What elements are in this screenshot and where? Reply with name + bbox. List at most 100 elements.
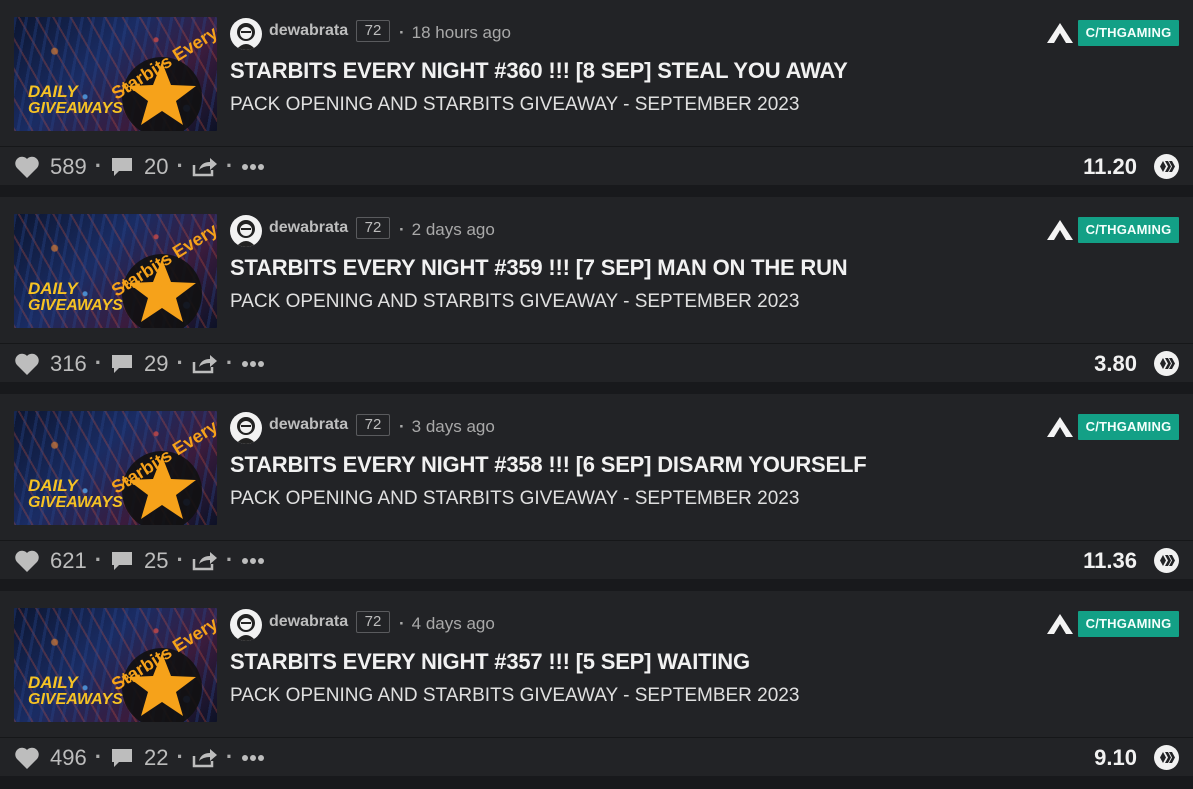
hive-icon: [1154, 745, 1179, 770]
separator: ·: [176, 350, 184, 375]
more-icon[interactable]: [241, 754, 265, 762]
more-icon[interactable]: [241, 360, 265, 368]
thumb-line2: Rising Star: [122, 477, 175, 488]
comment-icon[interactable]: [110, 550, 134, 572]
comment-icon[interactable]: [110, 353, 134, 375]
post-feed: Starbits Every Night Rising Star DAILY G…: [0, 0, 1193, 776]
thumb-line3: DAILY: [28, 476, 79, 495]
post-card: Starbits Every Night Rising Star DAILY G…: [0, 394, 1193, 579]
reputation-badge: 72: [356, 20, 390, 42]
vote-count[interactable]: 316: [50, 351, 87, 377]
post-stats: 589 · 20 · ·: [14, 153, 265, 180]
comment-count[interactable]: 20: [144, 154, 168, 180]
share-icon[interactable]: [192, 550, 218, 572]
author-name[interactable]: dewabrata: [269, 613, 348, 631]
thumb-line4: GIVEAWAYS: [28, 691, 123, 708]
thumbnail-art: Starbits Every Night Rising Star DAILY G…: [28, 608, 217, 722]
post-header: Starbits Every Night Rising Star DAILY G…: [0, 591, 1193, 738]
share-icon[interactable]: [192, 747, 218, 769]
post-card: Starbits Every Night Rising Star DAILY G…: [0, 591, 1193, 776]
community-logo-icon[interactable]: [1046, 613, 1074, 635]
separator: ·: [94, 153, 103, 178]
post-footer: 496 · 22 · · 9.10: [0, 738, 1193, 776]
separator: ·: [225, 350, 234, 375]
post-time[interactable]: · 2 days ago: [399, 220, 495, 240]
author-name[interactable]: dewabrata: [269, 22, 348, 40]
comment-icon[interactable]: [110, 747, 134, 769]
heart-icon[interactable]: [14, 155, 40, 179]
separator: ·: [225, 547, 234, 572]
author-name[interactable]: dewabrata: [269, 416, 348, 434]
post-time-text: 3 days ago: [411, 417, 495, 436]
separator: ·: [225, 744, 234, 769]
community-logo-icon[interactable]: [1046, 219, 1074, 241]
community-logo-icon[interactable]: [1046, 416, 1074, 438]
thumb-line2: Rising Star: [122, 674, 175, 685]
comment-count[interactable]: 29: [144, 351, 168, 377]
post-footer: 589 · 20 · · 11.20: [0, 147, 1193, 185]
separator: ·: [225, 153, 234, 178]
post-time[interactable]: · 18 hours ago: [399, 23, 511, 43]
post-time[interactable]: · 3 days ago: [399, 417, 495, 437]
vote-count[interactable]: 496: [50, 745, 87, 771]
thumbnail-art: Starbits Every Night Rising Star DAILY G…: [28, 214, 217, 328]
vote-count[interactable]: 589: [50, 154, 87, 180]
author-avatar[interactable]: [230, 609, 262, 641]
thumb-line3: DAILY: [28, 82, 79, 101]
post-title[interactable]: STARBITS EVERY NIGHT #359 !!! [7 SEP] MA…: [230, 255, 848, 281]
community-tag[interactable]: C/THGAMING: [1078, 217, 1179, 243]
payout-amount[interactable]: 11.36: [1083, 548, 1137, 574]
separator: ·: [94, 350, 103, 375]
community-tag[interactable]: C/THGAMING: [1078, 611, 1179, 637]
thumb-line3: DAILY: [28, 279, 79, 298]
share-icon[interactable]: [192, 353, 218, 375]
author-avatar[interactable]: [230, 18, 262, 50]
post-thumbnail[interactable]: Starbits Every Night Rising Star DAILY G…: [14, 214, 217, 328]
heart-icon[interactable]: [14, 549, 40, 573]
post-time[interactable]: · 4 days ago: [399, 614, 495, 634]
comment-icon[interactable]: [110, 156, 134, 178]
vote-count[interactable]: 621: [50, 548, 87, 574]
community-logo-icon[interactable]: [1046, 22, 1074, 44]
post-title[interactable]: STARBITS EVERY NIGHT #358 !!! [6 SEP] DI…: [230, 452, 867, 478]
separator: ·: [176, 153, 184, 178]
comment-count[interactable]: 22: [144, 745, 168, 771]
post-thumbnail[interactable]: Starbits Every Night Rising Star DAILY G…: [14, 17, 217, 131]
separator: ·: [176, 744, 184, 769]
more-icon[interactable]: [241, 163, 265, 171]
payout-amount[interactable]: 9.10: [1094, 745, 1137, 771]
author-name[interactable]: dewabrata: [269, 219, 348, 237]
post-subtitle[interactable]: PACK OPENING AND STARBITS GIVEAWAY - SEP…: [230, 94, 799, 116]
post-footer: 316 · 29 · · 3.80: [0, 344, 1193, 382]
more-icon[interactable]: [241, 557, 265, 565]
post-thumbnail[interactable]: Starbits Every Night Rising Star DAILY G…: [14, 608, 217, 722]
payout-amount[interactable]: 11.20: [1083, 154, 1137, 180]
heart-icon[interactable]: [14, 352, 40, 376]
post-subtitle[interactable]: PACK OPENING AND STARBITS GIVEAWAY - SEP…: [230, 488, 799, 510]
post-time-text: 4 days ago: [411, 614, 495, 633]
post-header: Starbits Every Night Rising Star DAILY G…: [0, 394, 1193, 541]
post-title[interactable]: STARBITS EVERY NIGHT #360 !!! [8 SEP] ST…: [230, 58, 848, 84]
thumb-line2: Rising Star: [122, 280, 175, 291]
post-title[interactable]: STARBITS EVERY NIGHT #357 !!! [5 SEP] WA…: [230, 649, 750, 675]
thumbnail-art: Starbits Every Night Rising Star DAILY G…: [28, 411, 217, 525]
community-tag[interactable]: C/THGAMING: [1078, 414, 1179, 440]
author-avatar[interactable]: [230, 412, 262, 444]
post-subtitle[interactable]: PACK OPENING AND STARBITS GIVEAWAY - SEP…: [230, 685, 799, 707]
reputation-badge: 72: [356, 217, 390, 239]
post-subtitle[interactable]: PACK OPENING AND STARBITS GIVEAWAY - SEP…: [230, 291, 799, 313]
hive-icon: [1154, 154, 1179, 179]
separator: ·: [176, 547, 184, 572]
thumbnail-art: Starbits Every Night Rising Star DAILY G…: [28, 17, 217, 131]
payout-amount[interactable]: 3.80: [1094, 351, 1137, 377]
post-thumbnail[interactable]: Starbits Every Night Rising Star DAILY G…: [14, 411, 217, 525]
thumb-line4: GIVEAWAYS: [28, 100, 123, 117]
comment-count[interactable]: 25: [144, 548, 168, 574]
hive-icon: [1154, 548, 1179, 573]
heart-icon[interactable]: [14, 746, 40, 770]
thumb-line4: GIVEAWAYS: [28, 297, 123, 314]
post-header: Starbits Every Night Rising Star DAILY G…: [0, 0, 1193, 147]
community-tag[interactable]: C/THGAMING: [1078, 20, 1179, 46]
share-icon[interactable]: [192, 156, 218, 178]
author-avatar[interactable]: [230, 215, 262, 247]
